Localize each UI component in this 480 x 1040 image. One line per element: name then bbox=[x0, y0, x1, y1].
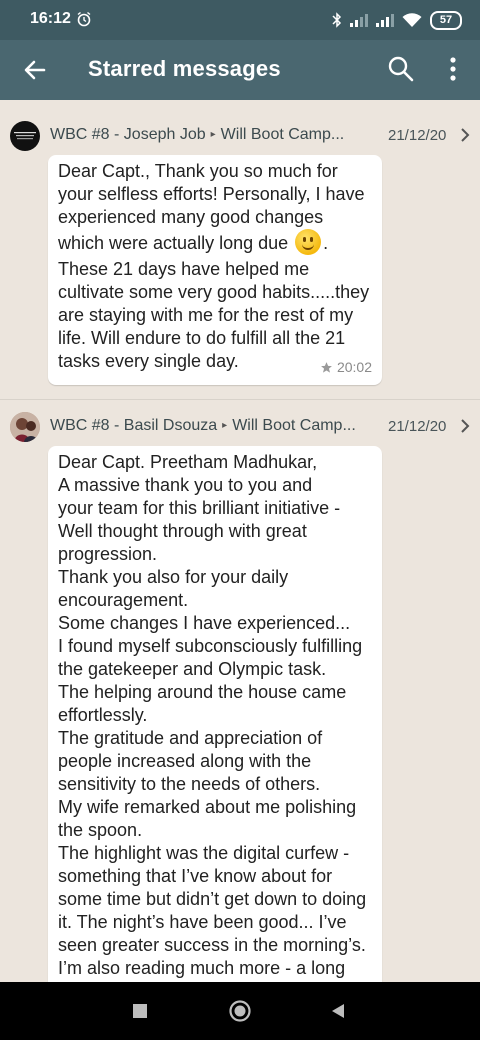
navigation-bar bbox=[0, 982, 480, 1040]
page-title: Starred messages bbox=[88, 56, 281, 81]
message-text-line: Dear Capt. Preetham Madhukar, bbox=[58, 452, 318, 472]
wifi-icon bbox=[402, 12, 422, 27]
alarm-icon bbox=[77, 11, 91, 27]
message-time: 20:02 bbox=[336, 359, 372, 375]
message-meta: 20:02 bbox=[320, 356, 372, 379]
message-text-line: I found myself subconsciously fulfilling… bbox=[58, 636, 363, 679]
message-bubble[interactable]: Dear Capt. Preetham Madhukar, A massive … bbox=[48, 446, 382, 982]
message-text-line: The gratitude and appreciation of people… bbox=[58, 728, 323, 794]
message-header[interactable]: WBC #8 - Joseph Job ▸ Will Boot Camp... 21… bbox=[0, 117, 480, 153]
sender-name: WBC #8 - Basil Dsouza bbox=[50, 417, 218, 434]
sender-name: WBC #8 - Joseph Job bbox=[50, 126, 206, 143]
message-sender-line: WBC #8 - Joseph Job ▸ Will Boot Camp... bbox=[50, 126, 390, 144]
message-text-line: I’m also reading much more - a long bbox=[58, 958, 346, 978]
status-bar: 16:12 57 bbox=[0, 0, 480, 40]
message-header[interactable]: WBC #8 - Basil Dsouza ▸ Will Boot Camp... … bbox=[0, 408, 480, 444]
more-vert-icon[interactable] bbox=[440, 54, 466, 84]
bluetooth-icon bbox=[332, 12, 342, 28]
chevron-right-icon[interactable] bbox=[458, 417, 472, 435]
chevron-right-icon[interactable] bbox=[458, 126, 472, 144]
recents-square-icon[interactable] bbox=[128, 999, 152, 1023]
group-name: Will Boot Camp... bbox=[232, 417, 356, 434]
battery-icon: 57 bbox=[430, 10, 462, 30]
message-sender-line: WBC #8 - Basil Dsouza ▸ Will Boot Camp... bbox=[50, 417, 390, 435]
signal-icon bbox=[350, 14, 368, 27]
back-arrow-icon[interactable] bbox=[20, 55, 50, 85]
arrow-right-icon: ▸ bbox=[222, 420, 228, 431]
star-icon bbox=[321, 362, 332, 373]
message-text-line: Some changes I have experienced... bbox=[58, 613, 351, 633]
signal-icon bbox=[376, 14, 394, 27]
app-bar: Starred messages bbox=[0, 40, 480, 100]
message-text-line: The helping around the house came effort… bbox=[58, 682, 347, 725]
group-name: Will Boot Camp... bbox=[220, 126, 345, 143]
message-text-line: The highlight was the digital curfew - s… bbox=[58, 843, 367, 955]
avatar[interactable] bbox=[10, 412, 40, 442]
message-text-line: Thank you also for your daily encouragem… bbox=[58, 567, 289, 610]
avatar[interactable] bbox=[10, 121, 40, 151]
divider bbox=[0, 399, 480, 400]
arrow-right-icon: ▸ bbox=[210, 129, 216, 140]
status-time: 16:12 bbox=[30, 10, 71, 27]
message-text-part: . bbox=[323, 233, 329, 253]
back-triangle-icon[interactable] bbox=[326, 999, 350, 1023]
message-date: 21/12/20 bbox=[388, 418, 447, 435]
starred-messages-list[interactable]: WBC #8 - Joseph Job ▸ Will Boot Camp... 21… bbox=[0, 100, 480, 982]
message-bubble[interactable]: Dear Capt., Thank you so much for your s… bbox=[48, 155, 382, 385]
message-text-line: A massive thank you to you and your team… bbox=[58, 475, 341, 564]
message-date: 21/12/20 bbox=[388, 127, 447, 144]
home-circle-icon[interactable] bbox=[228, 999, 252, 1023]
smiley-emoji-icon bbox=[295, 229, 322, 255]
message-text-line: My wife remarked about me polishing the … bbox=[58, 797, 357, 840]
message-text: Dear Capt., Thank you so much for your s… bbox=[58, 160, 370, 255]
search-icon[interactable] bbox=[386, 54, 416, 84]
